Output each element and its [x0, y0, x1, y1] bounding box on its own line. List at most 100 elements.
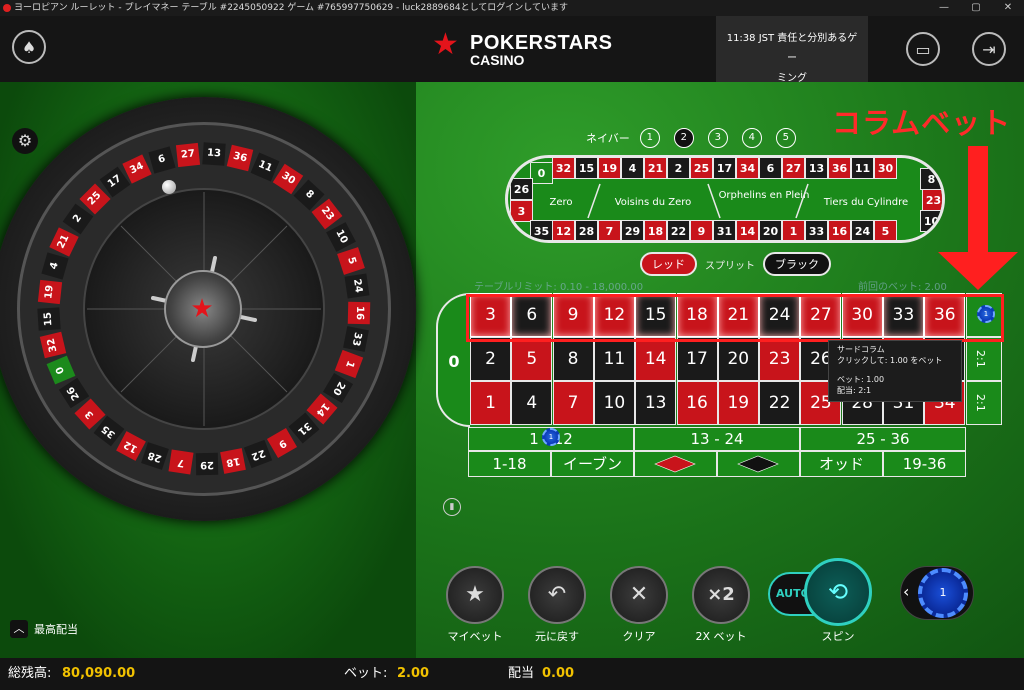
racetrack-number-6[interactable]: 6 — [759, 158, 782, 179]
statistics-icon[interactable]: ▮ — [443, 498, 461, 516]
board-number-6[interactable]: 6 — [511, 293, 553, 337]
racetrack-number-11[interactable]: 11 — [851, 158, 874, 179]
board-number-13[interactable]: 13 — [635, 381, 677, 425]
minimize-button[interactable]: — — [928, 0, 960, 16]
board-number-5[interactable]: 5 — [511, 337, 553, 381]
chip-on-first-dozen[interactable]: 1 — [542, 428, 560, 446]
racetrack-number-20[interactable]: 20 — [759, 220, 782, 240]
board-number-10[interactable]: 10 — [593, 381, 635, 425]
close-button[interactable]: ✕ — [992, 0, 1024, 16]
neighbor-option-3[interactable]: 3 — [707, 128, 728, 148]
first-column-bet[interactable]: 2:1 — [966, 381, 1002, 425]
racetrack-number-33[interactable]: 33 — [805, 220, 828, 240]
racetrack-number-24[interactable]: 24 — [851, 220, 874, 240]
board-number-33[interactable]: 33 — [883, 293, 924, 337]
board-number-3[interactable]: 3 — [470, 293, 511, 337]
racetrack-bet-area[interactable]: Zero Voisins du Zero Orphelins en Plein … — [505, 155, 945, 243]
racetrack-number-29[interactable]: 29 — [621, 220, 644, 240]
racetrack-number-21[interactable]: 21 — [644, 158, 667, 179]
board-number-15[interactable]: 15 — [635, 293, 677, 337]
board-number-4[interactable]: 4 — [511, 381, 553, 425]
racetrack-number-2[interactable]: 2 — [667, 158, 690, 179]
exit-icon[interactable]: ⇥ — [972, 32, 1006, 66]
racetrack-number-36[interactable]: 36 — [828, 158, 851, 179]
racetrack-number-12[interactable]: 12 — [552, 220, 575, 240]
board-number-12[interactable]: 12 — [593, 293, 635, 337]
bet-red[interactable] — [634, 451, 717, 477]
board-number-30[interactable]: 30 — [841, 293, 883, 337]
undo-button[interactable]: ↶ — [528, 566, 586, 624]
settings-gear-icon[interactable]: ⚙ — [12, 128, 38, 154]
racetrack-number-28[interactable]: 28 — [575, 220, 598, 240]
my-bet-button[interactable]: ★ — [446, 566, 504, 624]
chevron-left-icon[interactable]: ‹ — [903, 582, 909, 601]
racetrack-number-35[interactable]: 35 — [530, 220, 553, 240]
bet-even[interactable]: イーブン — [551, 451, 634, 477]
board-number-18[interactable]: 18 — [676, 293, 718, 337]
board-number-23[interactable]: 23 — [759, 337, 801, 381]
bet-black[interactable] — [717, 451, 800, 477]
board-number-11[interactable]: 11 — [593, 337, 635, 381]
bet-1-18[interactable]: 1-18 — [468, 451, 551, 477]
racetrack-number-8[interactable]: 8 — [920, 168, 942, 190]
racetrack-number-14[interactable]: 14 — [736, 220, 759, 240]
racetrack-number-31[interactable]: 31 — [713, 220, 736, 240]
black-bet-button[interactable]: ブラック — [763, 252, 831, 276]
board-number-21[interactable]: 21 — [717, 293, 759, 337]
board-number-16[interactable]: 16 — [676, 381, 718, 425]
zero-cell[interactable]: 0 — [436, 293, 470, 427]
racetrack-number-10[interactable]: 10 — [920, 210, 942, 232]
racetrack-number-18[interactable]: 18 — [644, 220, 667, 240]
spin-button[interactable]: ⟲ — [804, 558, 872, 626]
board-number-20[interactable]: 20 — [717, 337, 759, 381]
neighbor-option-1[interactable]: 1 — [639, 128, 660, 148]
second-column-bet[interactable]: 2:1 — [966, 337, 1002, 381]
racetrack-number-5[interactable]: 5 — [874, 220, 897, 240]
board-number-22[interactable]: 22 — [759, 381, 801, 425]
neighbor-option-2[interactable]: 2 — [673, 128, 694, 148]
racetrack-number-4[interactable]: 4 — [621, 158, 644, 179]
board-number-8[interactable]: 8 — [552, 337, 594, 381]
bet-odd[interactable]: オッド — [800, 451, 883, 477]
red-bet-button[interactable]: レッド — [640, 252, 697, 276]
board-number-9[interactable]: 9 — [552, 293, 594, 337]
racetrack-number-16[interactable]: 16 — [828, 220, 851, 240]
dozen-13-24[interactable]: 13 - 24 — [634, 427, 800, 451]
cashier-money-icon[interactable]: ▭ — [906, 32, 940, 66]
lobby-spade-icon[interactable]: ♠ — [12, 30, 46, 64]
board-number-27[interactable]: 27 — [800, 293, 842, 337]
racetrack-number-17[interactable]: 17 — [713, 158, 736, 179]
board-number-2[interactable]: 2 — [470, 337, 511, 381]
racetrack-number-34[interactable]: 34 — [736, 158, 759, 179]
double-bet-button[interactable]: ×2 — [692, 566, 750, 624]
board-number-36[interactable]: 36 — [924, 293, 966, 337]
chip-on-third-column[interactable]: 1 — [977, 305, 995, 323]
racetrack-number-22[interactable]: 22 — [667, 220, 690, 240]
bet-19-36[interactable]: 19-36 — [883, 451, 966, 477]
clear-button[interactable]: ✕ — [610, 566, 668, 624]
racetrack-number-15[interactable]: 15 — [575, 158, 598, 179]
board-number-24[interactable]: 24 — [759, 293, 801, 337]
board-number-19[interactable]: 19 — [717, 381, 759, 425]
neighbor-option-5[interactable]: 5 — [775, 128, 796, 148]
racetrack-number-26[interactable]: 26 — [510, 178, 533, 200]
racetrack-number-27[interactable]: 27 — [782, 158, 805, 179]
racetrack-number-3[interactable]: 3 — [510, 200, 533, 222]
board-number-1[interactable]: 1 — [470, 381, 511, 425]
dozen-25-36[interactable]: 25 - 36 — [800, 427, 966, 451]
maximize-button[interactable]: ▢ — [960, 0, 992, 16]
responsible-gaming-clock[interactable]: 11:38 JST 責任と分別あるゲー ミング — [716, 16, 868, 84]
racetrack-number-25[interactable]: 25 — [690, 158, 713, 179]
board-number-17[interactable]: 17 — [676, 337, 718, 381]
selected-chip[interactable]: 1 — [918, 568, 968, 618]
racetrack-number-32[interactable]: 32 — [552, 158, 575, 179]
racetrack-number-1[interactable]: 1 — [782, 220, 805, 240]
racetrack-number-13[interactable]: 13 — [805, 158, 828, 179]
neighbor-option-4[interactable]: 4 — [741, 128, 762, 148]
racetrack-number-7[interactable]: 7 — [598, 220, 621, 240]
board-number-7[interactable]: 7 — [552, 381, 594, 425]
max-payout-toggle[interactable]: ︿ 最高配当 — [10, 620, 78, 638]
racetrack-number-19[interactable]: 19 — [598, 158, 621, 179]
racetrack-number-9[interactable]: 9 — [690, 220, 713, 240]
split-label[interactable]: スプリット — [705, 257, 755, 272]
